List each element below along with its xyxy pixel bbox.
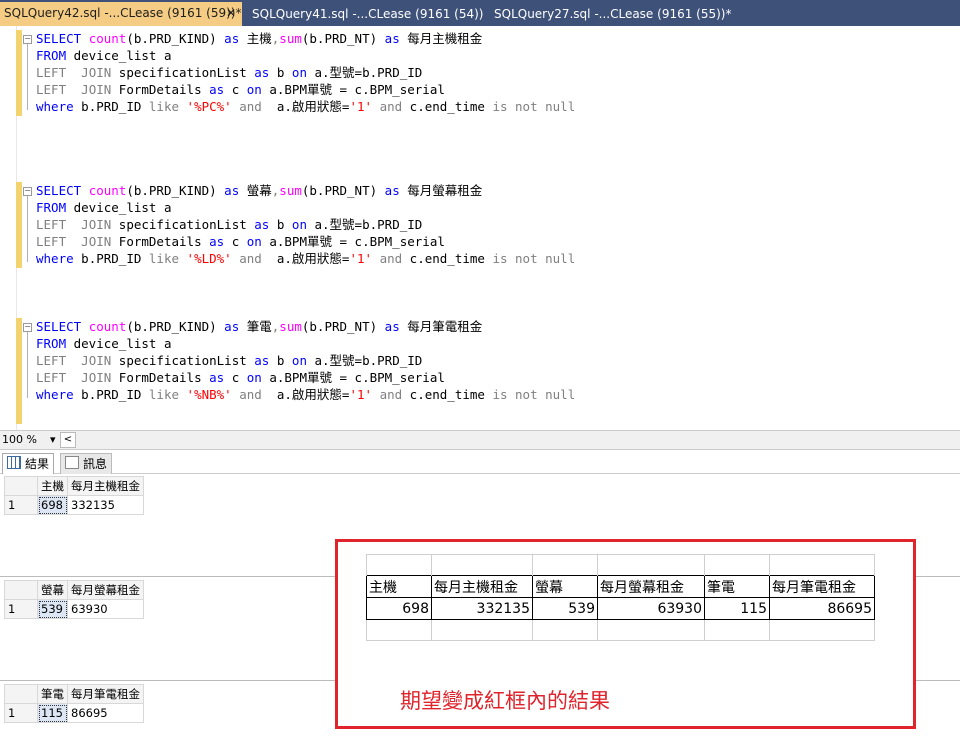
zoom-dropdown[interactable]: 100 % ▾ (2, 433, 56, 446)
code-line: where b.PRD_ID like '%LD%' and a.啟用狀態='1… (36, 251, 576, 266)
change-marker (16, 182, 22, 268)
column-header[interactable]: 筆電 (37, 684, 68, 704)
expected-value: 86695 (769, 597, 875, 620)
grid-icon (7, 456, 21, 469)
code-line: where b.PRD_ID like '%PC%' and a.啟用狀態='1… (36, 99, 576, 114)
expected-value: 115 (704, 597, 770, 620)
column-header[interactable]: 每月筆電租金 (67, 684, 144, 704)
expected-value: 539 (532, 597, 598, 620)
annotation-note: 期望變成紅框內的結果 (400, 689, 610, 713)
tab-sqlquery42[interactable]: SQLQuery42.sql -...CLease (9161 (59))* ✕ (0, 2, 242, 26)
code-line: SELECT count(b.PRD_KIND) as 螢幕,sum(b.PRD… (36, 183, 483, 198)
change-marker (16, 318, 22, 424)
line-gutter (0, 26, 17, 430)
tab-messages-label: 訊息 (83, 457, 108, 471)
collapse-icon[interactable]: − (23, 323, 32, 332)
collapse-icon[interactable]: − (23, 35, 32, 44)
expected-header: 主機 (366, 575, 432, 598)
expected-header: 筆電 (704, 575, 770, 598)
editor-status-bar: 100 % ▾ < (0, 430, 960, 450)
code-line: SELECT count(b.PRD_KIND) as 主機,sum(b.PRD… (36, 31, 483, 46)
code-line: LEFT JOIN specificationList as b on a.型號… (36, 217, 423, 232)
expected-result-table: 主機 每月主機租金 螢幕 每月螢幕租金 筆電 每月筆電租金 698 332135… (366, 554, 875, 641)
expected-header: 每月筆電租金 (769, 575, 875, 598)
row-number[interactable]: 1 (4, 495, 38, 515)
column-header[interactable]: 每月螢幕租金 (67, 580, 144, 600)
message-icon (65, 456, 79, 469)
tab-messages[interactable]: 訊息 (60, 453, 113, 475)
fold-line (27, 196, 28, 262)
expected-result-box: 主機 每月主機租金 螢幕 每月螢幕租金 筆電 每月筆電租金 698 332135… (335, 539, 916, 729)
expected-header: 每月螢幕租金 (597, 575, 705, 598)
expected-header: 螢幕 (532, 575, 598, 598)
scroll-left-button[interactable]: < (60, 432, 76, 448)
grid-cell[interactable]: 332135 (67, 495, 144, 515)
code-line: FROM device_list a (36, 200, 172, 215)
row-header-corner (4, 684, 38, 704)
tab-label: SQLQuery42.sql -...CLease (9161 (59))* (4, 6, 242, 20)
row-number[interactable]: 1 (4, 599, 38, 619)
tab-sqlquery41[interactable]: SQLQuery41.sql -...CLease (9161 (54)) (248, 3, 483, 26)
row-number[interactable]: 1 (4, 703, 38, 723)
fold-line (27, 332, 28, 398)
code-line: LEFT JOIN FormDetails as c on a.BPM單號 = … (36, 370, 445, 385)
chevron-down-icon: ▾ (50, 433, 56, 446)
grid-cell[interactable]: 63930 (67, 599, 144, 619)
code-line: SELECT count(b.PRD_KIND) as 筆電,sum(b.PRD… (36, 319, 483, 334)
close-icon[interactable]: ✕ (226, 2, 236, 25)
collapse-icon[interactable]: − (23, 187, 32, 196)
expected-value: 698 (366, 597, 432, 620)
row-header-corner (4, 580, 38, 600)
expected-header: 每月主機租金 (431, 575, 533, 598)
fold-line (27, 44, 28, 110)
tab-label: SQLQuery41.sql -...CLease (9161 (54)) (252, 7, 484, 21)
code-line: FROM device_list a (36, 336, 172, 351)
expected-value: 332135 (431, 597, 533, 620)
sql-editor[interactable]: − − − SELECT count(b.PRD_KIND) as 主機,sum… (0, 26, 960, 430)
code-line: LEFT JOIN specificationList as b on a.型號… (36, 65, 423, 80)
tab-sqlquery27[interactable]: SQLQuery27.sql -...CLease (9161 (55))* (490, 3, 731, 26)
zoom-value: 100 % (2, 433, 37, 446)
code-line: LEFT JOIN FormDetails as c on a.BPM單號 = … (36, 82, 445, 97)
grid-cell[interactable]: 698 (37, 495, 68, 515)
expected-value: 63930 (597, 597, 705, 620)
column-header[interactable]: 每月主機租金 (67, 476, 144, 496)
grid-cell[interactable]: 115 (37, 703, 68, 723)
column-header[interactable]: 螢幕 (37, 580, 68, 600)
code-line: LEFT JOIN FormDetails as c on a.BPM單號 = … (36, 234, 445, 249)
result-tab-bar: 結果 訊息 (0, 451, 960, 475)
code-line: FROM device_list a (36, 48, 172, 63)
change-marker (16, 30, 22, 116)
tab-label: SQLQuery27.sql -...CLease (9161 (55))* (494, 7, 732, 21)
grid-cell[interactable]: 539 (37, 599, 68, 619)
row-header-corner (4, 476, 38, 496)
code-line: where b.PRD_ID like '%NB%' and a.啟用狀態='1… (36, 387, 576, 402)
column-header[interactable]: 主機 (37, 476, 68, 496)
tab-results-label: 結果 (25, 457, 50, 471)
tab-results[interactable]: 結果 (2, 453, 55, 475)
document-tab-bar: SQLQuery42.sql -...CLease (9161 (59))* ✕… (0, 0, 960, 26)
grid-cell[interactable]: 86695 (67, 703, 144, 723)
code-line: LEFT JOIN specificationList as b on a.型號… (36, 353, 423, 368)
